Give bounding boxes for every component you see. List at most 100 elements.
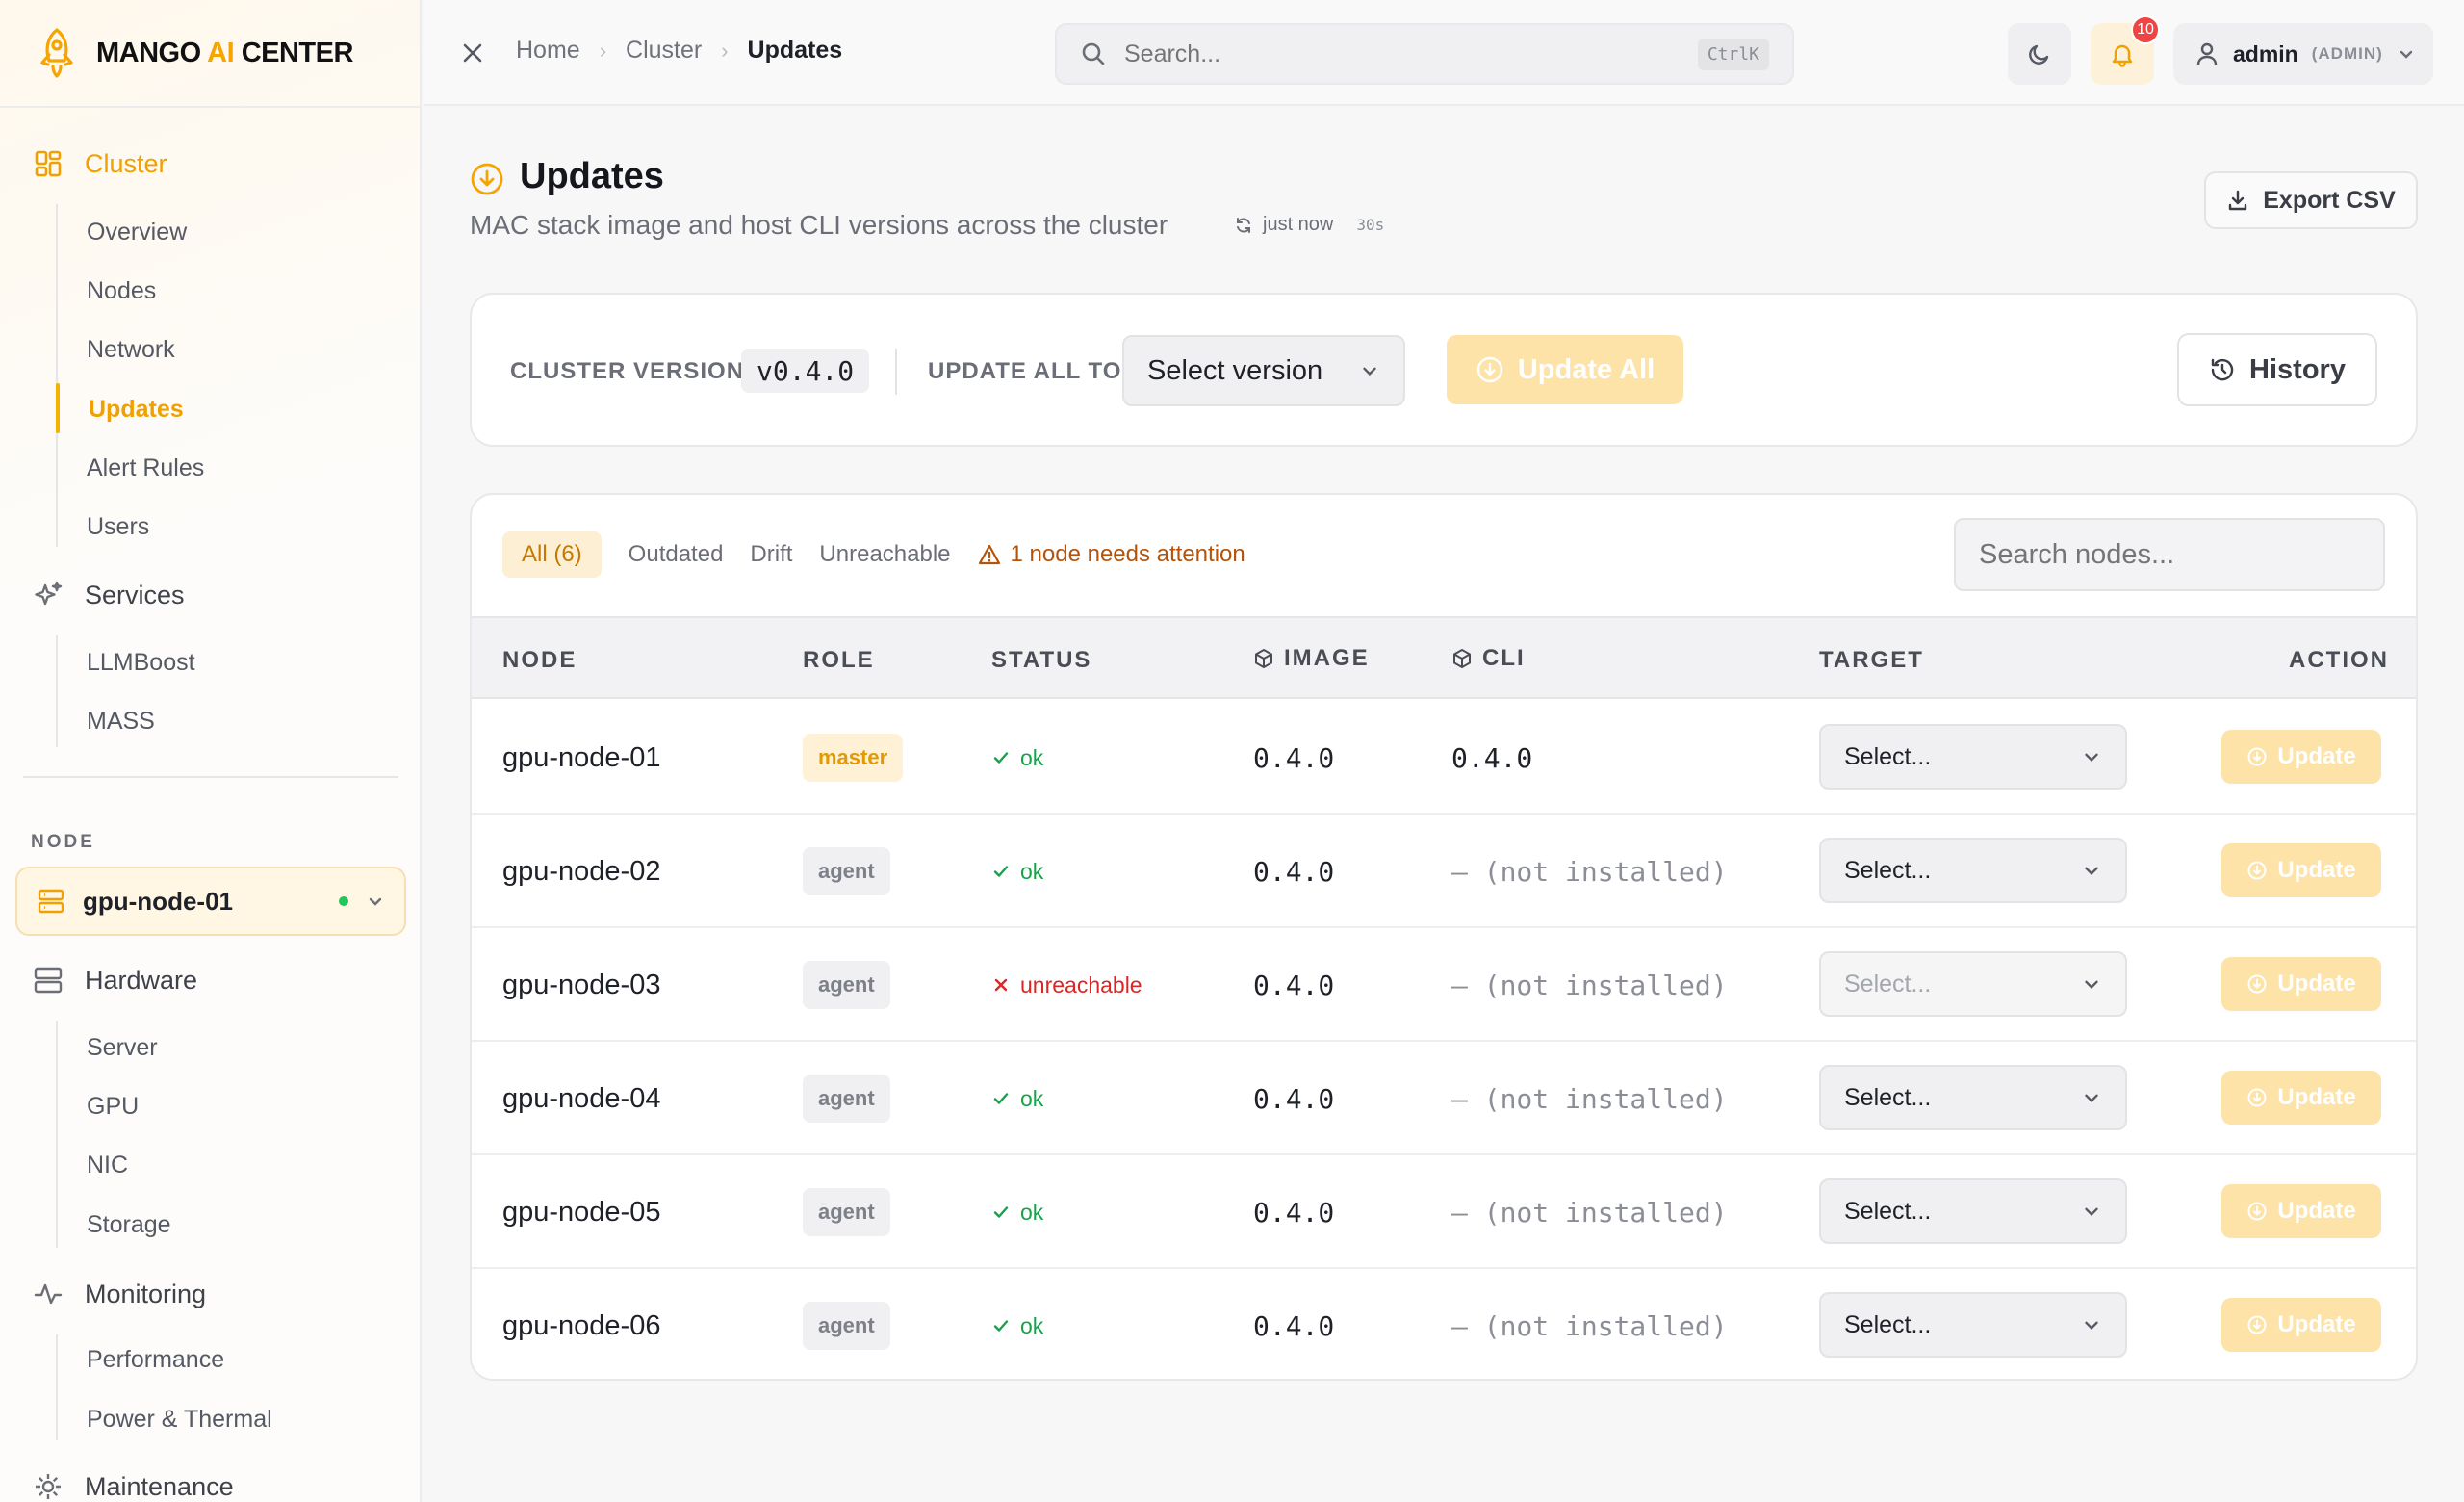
update-node-button[interactable]: Update [2221, 1298, 2381, 1352]
table-header: NODE ROLE STATUS IMAGE CLI TARGET ACTION [472, 616, 2416, 699]
update-button-label: Update [2277, 971, 2356, 997]
chevron-down-icon [2081, 1201, 2102, 1222]
nav-group-maintenance[interactable]: Maintenance [33, 1471, 234, 1502]
nav-group-hardware[interactable]: Hardware [33, 965, 197, 996]
server-icon [33, 965, 64, 996]
attention-notice[interactable]: 1 node needs attention [978, 541, 1245, 568]
refresh-indicator[interactable]: just now 30s [1234, 214, 1384, 236]
brand-logo[interactable]: MANGO AI CENTER [35, 23, 353, 83]
version-select[interactable]: Select version [1122, 335, 1405, 406]
nav-group-label: Services [85, 580, 185, 609]
top-bar: Home › Cluster › Updates CtrlK 10 admin … [424, 0, 2464, 106]
sidebar-item-nic[interactable]: NIC [87, 1153, 128, 1178]
history-button[interactable]: History [2177, 333, 2377, 406]
download-circle-icon [2246, 746, 2268, 767]
sidebar-item-storage[interactable]: Storage [87, 1213, 171, 1237]
update-node-button[interactable]: Update [2221, 1184, 2381, 1238]
user-menu-button[interactable]: admin (ADMIN) [2173, 23, 2433, 85]
column-header-node[interactable]: NODE [502, 647, 577, 674]
role-cell: agent [803, 1269, 890, 1379]
cli-version: — (not installed) [1451, 969, 1728, 1001]
node-search-input[interactable] [1954, 518, 2385, 591]
sidebar-item-alert-rules[interactable]: Alert Rules [87, 456, 204, 480]
nav-group-monitoring[interactable]: Monitoring [33, 1279, 206, 1309]
version-select-value: Select version [1147, 354, 1323, 386]
node-name[interactable]: gpu-node-05 [502, 1155, 660, 1269]
nav-group-label: Maintenance [85, 1471, 234, 1501]
column-header-role[interactable]: ROLE [803, 647, 875, 674]
sidebar-item-server[interactable]: Server [87, 1036, 158, 1060]
tab-drift[interactable]: Drift [750, 531, 792, 578]
node-name[interactable]: gpu-node-06 [502, 1269, 660, 1379]
breadcrumb-home[interactable]: Home [516, 37, 580, 65]
target-version-select[interactable]: Select... [1819, 838, 2127, 903]
activity-icon [33, 1279, 64, 1309]
sidebar-item-nodes[interactable]: Nodes [87, 279, 156, 303]
page-title: Updates [520, 156, 664, 196]
role-badge: agent [803, 847, 890, 895]
check-icon [991, 1089, 1011, 1108]
target-version-select[interactable]: Select... [1819, 1065, 2127, 1130]
status-text: ok [1020, 1085, 1044, 1111]
node-status-dot [339, 896, 348, 906]
column-header-cli[interactable]: CLI [1451, 645, 1526, 672]
target-version-select[interactable]: Select... [1819, 724, 2127, 790]
status-cell: ok [991, 1155, 1043, 1269]
sidebar-item-llmboost[interactable]: LLMBoost [87, 651, 195, 675]
tab-outdated[interactable]: Outdated [629, 531, 724, 578]
tab-unreachable[interactable]: Unreachable [819, 531, 950, 578]
notifications-button[interactable]: 10 [2091, 15, 2160, 85]
update-node-button[interactable]: Update [2221, 957, 2381, 1011]
target-version-select[interactable]: Select... [1819, 1292, 2127, 1358]
nav-group-cluster[interactable]: Cluster [33, 148, 167, 179]
role-cell: agent [803, 1155, 890, 1269]
chevron-down-icon [2081, 860, 2102, 881]
update-node-button[interactable]: Update [2221, 843, 2381, 897]
cluster-version-value: v0.4.0 [741, 349, 870, 393]
target-version-select[interactable]: Select... [1819, 1178, 2127, 1244]
sidebar-item-mass[interactable]: MASS [87, 710, 155, 734]
update-node-button[interactable]: Update [2221, 730, 2381, 784]
node-name[interactable]: gpu-node-03 [502, 928, 660, 1042]
theme-toggle-button[interactable] [2008, 23, 2071, 85]
image-version: 0.4.0 [1253, 855, 1335, 888]
global-search[interactable]: CtrlK [1055, 23, 1794, 85]
node-selector[interactable]: gpu-node-01 [15, 867, 406, 936]
sidebar-item-performance[interactable]: Performance [87, 1348, 224, 1372]
sidebar-item-users[interactable]: Users [87, 515, 149, 539]
sidebar-item-gpu[interactable]: GPU [87, 1095, 139, 1119]
update-node-button[interactable]: Update [2221, 1071, 2381, 1125]
sidebar-item-overview[interactable]: Overview [87, 220, 187, 245]
node-name[interactable]: gpu-node-04 [502, 1042, 660, 1155]
sidebar-item-updates[interactable]: Updates [89, 398, 184, 422]
page-subtitle: MAC stack image and host CLI versions ac… [470, 210, 1168, 240]
target-select-value: Select... [1844, 1083, 1932, 1111]
breadcrumb-cluster[interactable]: Cluster [626, 37, 702, 65]
column-header-status[interactable]: STATUS [991, 647, 1091, 674]
brand-name: MANGO AI CENTER [96, 37, 353, 68]
sidebar-item-network[interactable]: Network [87, 338, 175, 362]
column-header-target[interactable]: TARGET [1819, 647, 1924, 674]
close-icon[interactable] [456, 37, 489, 69]
global-search-input[interactable] [1124, 39, 1681, 68]
user-icon [2194, 41, 2220, 66]
role-badge: agent [803, 961, 890, 1009]
table-row: gpu-node-02 agent ok 0.4.0 — (not installed)… [472, 815, 2416, 928]
download-circle-icon [2246, 860, 2268, 881]
attention-text: 1 node needs attention [1010, 541, 1245, 567]
column-header-image[interactable]: IMAGE [1253, 645, 1370, 672]
gear-icon [33, 1471, 64, 1502]
sidebar-item-power-thermal[interactable]: Power & Thermal [87, 1408, 272, 1432]
tab-all[interactable]: All (6) [502, 531, 602, 578]
grid-icon [33, 148, 64, 179]
update-all-button[interactable]: Update All [1447, 335, 1683, 404]
node-name[interactable]: gpu-node-02 [502, 815, 660, 928]
table-row: gpu-node-05 agent ok 0.4.0 — (not installed)… [472, 1155, 2416, 1269]
node-name[interactable]: gpu-node-01 [502, 701, 660, 815]
role-badge: agent [803, 1302, 890, 1350]
chevron-down-icon [2397, 44, 2416, 64]
nav-group-services[interactable]: Services [33, 580, 185, 610]
export-csv-button[interactable]: Export CSV [2204, 171, 2418, 229]
chevron-down-icon [2081, 1087, 2102, 1108]
column-header-action[interactable]: ACTION [2289, 647, 2389, 674]
